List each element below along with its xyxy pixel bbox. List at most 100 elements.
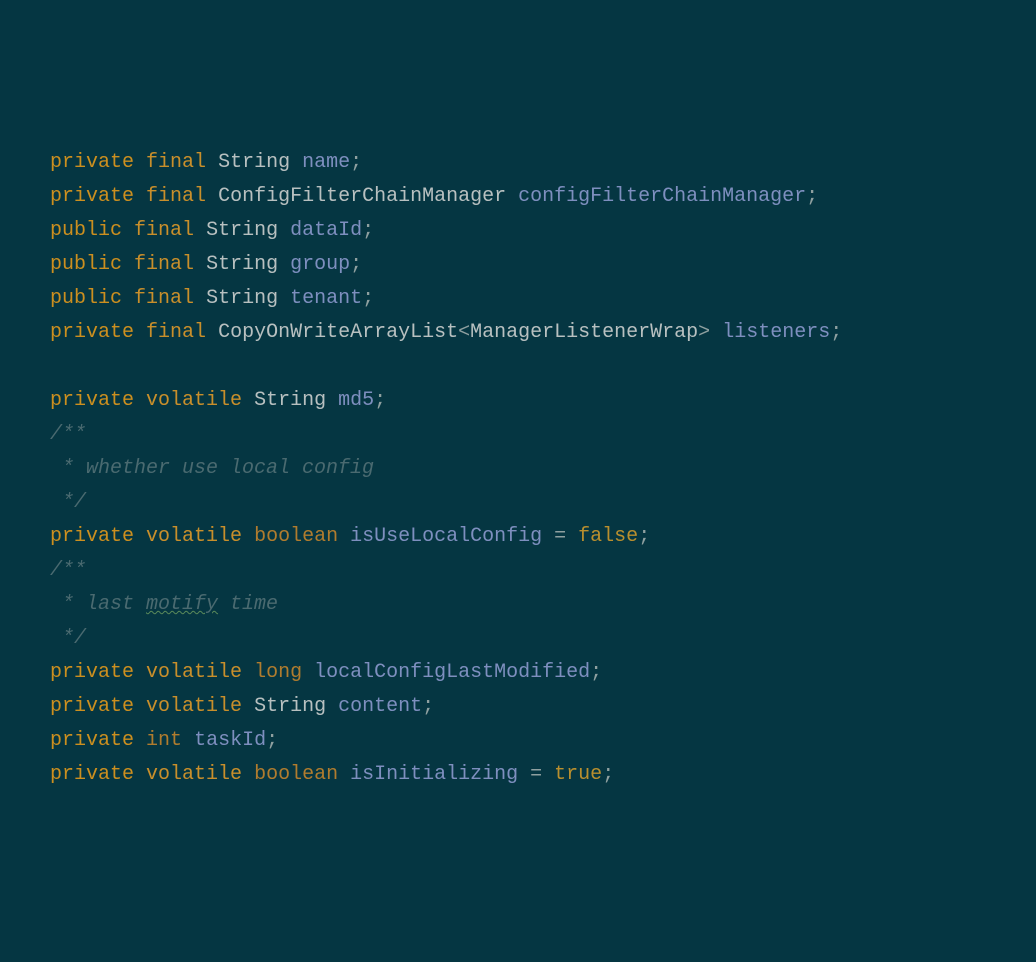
code-token: ; <box>806 185 818 208</box>
code-token <box>134 185 146 208</box>
code-token <box>134 729 146 752</box>
code-token: taskId <box>194 729 266 752</box>
code-token: ; <box>266 729 278 752</box>
code-token: private <box>50 321 134 344</box>
code-token: final <box>146 151 206 174</box>
code-token <box>278 287 290 310</box>
code-line: private volatile long localConfigLastMod… <box>50 656 1036 690</box>
code-token: private <box>50 185 134 208</box>
code-line: public final String group; <box>50 248 1036 282</box>
code-token: String <box>254 389 326 412</box>
code-token: final <box>134 219 194 242</box>
code-token: = <box>530 763 542 786</box>
code-token: * last <box>50 593 146 616</box>
code-token <box>302 661 314 684</box>
code-token: configFilterChainManager <box>518 185 806 208</box>
code-token <box>122 253 134 276</box>
code-token: false <box>578 525 638 548</box>
code-token <box>506 185 518 208</box>
code-token: listeners <box>722 321 830 344</box>
code-token: * whether use local config <box>50 457 374 480</box>
code-token <box>566 525 578 548</box>
code-token: < <box>458 321 470 344</box>
code-line: private final ConfigFilterChainManager c… <box>50 180 1036 214</box>
code-token: String <box>206 287 278 310</box>
code-token: group <box>290 253 350 276</box>
code-token: md5 <box>338 389 374 412</box>
code-token <box>542 763 554 786</box>
code-token: ManagerListenerWrap <box>470 321 698 344</box>
code-token <box>134 151 146 174</box>
code-line <box>50 350 1036 384</box>
code-token: ; <box>638 525 650 548</box>
code-token <box>242 763 254 786</box>
code-token <box>182 729 194 752</box>
code-line: public final String dataId; <box>50 214 1036 248</box>
code-token: ; <box>602 763 614 786</box>
code-token: public <box>50 287 122 310</box>
code-token: CopyOnWriteArrayList <box>218 321 458 344</box>
code-token: */ <box>50 627 86 650</box>
code-token <box>206 321 218 344</box>
code-token: boolean <box>254 763 338 786</box>
code-token: ; <box>350 151 362 174</box>
code-token <box>242 525 254 548</box>
code-token <box>278 253 290 276</box>
code-line: */ <box>50 622 1036 656</box>
code-token: volatile <box>146 389 242 412</box>
code-token: ConfigFilterChainManager <box>218 185 506 208</box>
code-token: true <box>554 763 602 786</box>
code-token: final <box>146 321 206 344</box>
code-line: public final String tenant; <box>50 282 1036 316</box>
code-token: isUseLocalConfig <box>350 525 542 548</box>
code-token <box>134 321 146 344</box>
code-token: isInitializing <box>350 763 518 786</box>
code-token: > <box>698 321 710 344</box>
code-token: public <box>50 219 122 242</box>
code-token: long <box>254 661 302 684</box>
code-block: private final String name;private final … <box>50 146 1036 792</box>
code-token: private <box>50 695 134 718</box>
code-token: private <box>50 729 134 752</box>
code-token: String <box>254 695 326 718</box>
code-line: * whether use local config <box>50 452 1036 486</box>
code-token <box>518 763 530 786</box>
code-line: private final CopyOnWriteArrayList<Manag… <box>50 316 1036 350</box>
code-token: name <box>302 151 350 174</box>
code-token: /** <box>50 559 86 582</box>
code-token <box>338 525 350 548</box>
code-token: /** <box>50 423 86 446</box>
code-line: /** <box>50 418 1036 452</box>
code-token <box>326 389 338 412</box>
code-token: private <box>50 151 134 174</box>
code-token <box>134 763 146 786</box>
code-token: volatile <box>146 525 242 548</box>
code-token: volatile <box>146 661 242 684</box>
code-token <box>134 525 146 548</box>
code-token: ; <box>362 287 374 310</box>
code-line: private final String name; <box>50 146 1036 180</box>
code-token: content <box>338 695 422 718</box>
code-token <box>206 151 218 174</box>
code-token: final <box>146 185 206 208</box>
code-line: * last motify time <box>50 588 1036 622</box>
code-line: private volatile boolean isInitializing … <box>50 758 1036 792</box>
code-token: tenant <box>290 287 362 310</box>
code-token: private <box>50 525 134 548</box>
code-token: private <box>50 763 134 786</box>
code-token: ; <box>362 219 374 242</box>
code-token <box>122 219 134 242</box>
code-token: String <box>206 219 278 242</box>
code-token <box>134 695 146 718</box>
code-token: int <box>146 729 182 752</box>
code-token <box>134 389 146 412</box>
code-token: String <box>218 151 290 174</box>
code-token: localConfigLastModified <box>314 661 590 684</box>
code-token <box>194 287 206 310</box>
code-token <box>122 287 134 310</box>
code-token: public <box>50 253 122 276</box>
code-token <box>206 185 218 208</box>
code-token <box>278 219 290 242</box>
code-token: motify <box>146 593 218 616</box>
code-token <box>134 661 146 684</box>
